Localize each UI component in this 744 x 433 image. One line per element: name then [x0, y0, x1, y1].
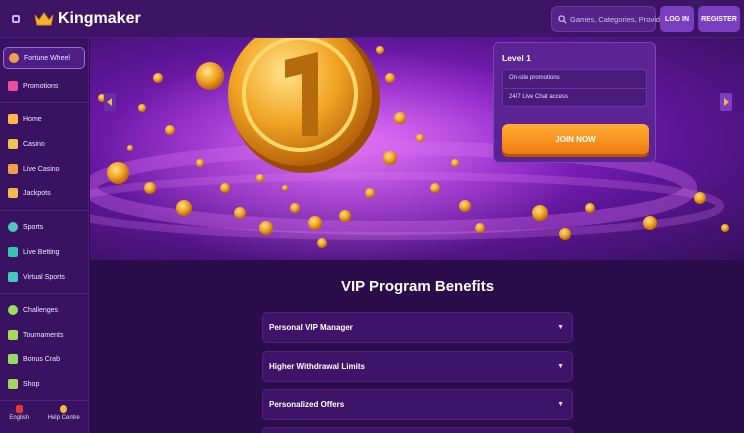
sidebar-item-label: Bonus Crab [23, 355, 60, 363]
sidebar-item-live-betting[interactable]: Live Betting [3, 241, 85, 263]
level-title: Level 1 [502, 53, 531, 63]
chevron-right-icon [724, 98, 729, 106]
slot-machine-icon [8, 139, 18, 149]
sidebar-item-label: Jackpots [23, 189, 51, 197]
menu-icon [12, 14, 20, 23]
crown-icon [34, 11, 54, 25]
sidebar-item-label: Shop [23, 380, 40, 388]
level-benefit: 24/7 Live Chat access [503, 88, 646, 106]
sidebar-footer: English Help Centre [0, 403, 89, 433]
carousel-next-button[interactable] [720, 93, 732, 111]
sidebar-item-label: Home [23, 115, 42, 123]
carousel-prev-button[interactable] [104, 93, 116, 111]
sidebar-item-label: Live Casino [23, 165, 60, 173]
menu-toggle-button[interactable] [4, 7, 28, 31]
brand-name: Kingmaker [58, 9, 141, 27]
chevron-down-icon: ▼ [557, 324, 564, 331]
sidebar-item-label: Virtual Sports [23, 273, 65, 281]
join-now-button[interactable]: JOIN NOW [502, 124, 649, 154]
flag-icon [15, 405, 23, 413]
sidebar-item-bonus-crab[interactable]: Bonus Crab [3, 348, 85, 370]
shop-icon [8, 379, 18, 389]
sidebar-item-virtual-sports[interactable]: Virtual Sports [3, 266, 85, 288]
sidebar-item-label: Live Betting [23, 248, 60, 256]
sidebar-divider [0, 102, 89, 103]
sidebar-item-fortune-wheel[interactable]: Fortune Wheel [3, 47, 85, 69]
sidebar-item-label: Tournaments [23, 331, 64, 339]
sidebar-item-challenges[interactable]: Challenges [3, 299, 85, 321]
sidebar-item-label: Fortune Wheel [24, 54, 70, 62]
chevron-down-icon: ▼ [557, 401, 564, 408]
sidebar-item-live-casino[interactable]: Live Casino [3, 158, 85, 180]
help-centre-label: Help Centre [47, 415, 80, 421]
search-input[interactable] [570, 14, 662, 24]
language-label: English [9, 415, 29, 421]
brand-logo[interactable]: Kingmaker [34, 10, 141, 28]
trophy-icon [8, 330, 18, 340]
target-icon [8, 305, 18, 315]
accordion-item[interactable] [262, 427, 573, 433]
ball-icon [8, 222, 18, 232]
home-icon [8, 114, 18, 124]
register-button[interactable]: REGISTER [698, 6, 740, 32]
sidebar-item-shop[interactable]: Shop [3, 373, 85, 395]
jackpot-icon [8, 188, 18, 198]
gamepad-icon [8, 272, 18, 282]
sidebar-item-home[interactable]: Home [3, 108, 85, 130]
search-icon [558, 14, 567, 24]
sidebar-item-jackpots[interactable]: Jackpots [3, 182, 85, 204]
sidebar-item-tournaments[interactable]: Tournaments [3, 324, 85, 346]
help-icon [60, 405, 68, 413]
search-bar[interactable] [551, 6, 662, 32]
live-icon [8, 247, 18, 257]
crab-icon [8, 354, 18, 364]
sidebar-item-label: Sports [23, 223, 44, 231]
gift-icon [8, 81, 18, 91]
accordion-item-personalized-offers[interactable]: Personalized Offers ▼ [262, 389, 573, 420]
accordion-label: Personalized Offers [269, 400, 345, 409]
section-title: VIP Program Benefits [340, 278, 495, 295]
sidebar-divider [0, 210, 89, 211]
accordion-label: Higher Withdrawal Limits [269, 362, 365, 371]
chevron-down-icon: ▼ [557, 363, 564, 370]
level-benefits-list: On-site promotions 24/7 Live Chat access [502, 69, 647, 107]
sidebar-item-casino[interactable]: Casino [3, 133, 85, 155]
level-card: Level 1 On-site promotions 24/7 Live Cha… [493, 42, 656, 163]
accordion-label: Personal VIP Manager [269, 323, 353, 332]
sidebar-divider [0, 400, 89, 401]
help-centre-link[interactable]: Help Centre [48, 403, 80, 421]
accordion-item-higher-withdrawal-limits[interactable]: Higher Withdrawal Limits ▼ [262, 351, 573, 382]
level-benefit: On-site promotions [509, 75, 560, 81]
cards-icon [8, 164, 18, 174]
language-selector[interactable]: English [9, 403, 29, 421]
sidebar-item-sports[interactable]: Sports [3, 216, 85, 238]
sidebar-item-label: Casino [23, 140, 45, 148]
login-button[interactable]: LOG IN [660, 6, 694, 32]
sidebar-item-label: Challenges [23, 306, 59, 314]
accordion-item-personal-vip-manager[interactable]: Personal VIP Manager ▼ [262, 312, 573, 343]
sidebar-item-promotions[interactable]: Promotions [3, 75, 85, 97]
wheel-icon [9, 53, 19, 63]
chevron-left-icon [107, 98, 112, 106]
sidebar: Fortune Wheel Promotions Home Casino Liv… [0, 38, 89, 433]
sidebar-item-label: Promotions [23, 82, 59, 90]
sidebar-divider [0, 293, 89, 294]
